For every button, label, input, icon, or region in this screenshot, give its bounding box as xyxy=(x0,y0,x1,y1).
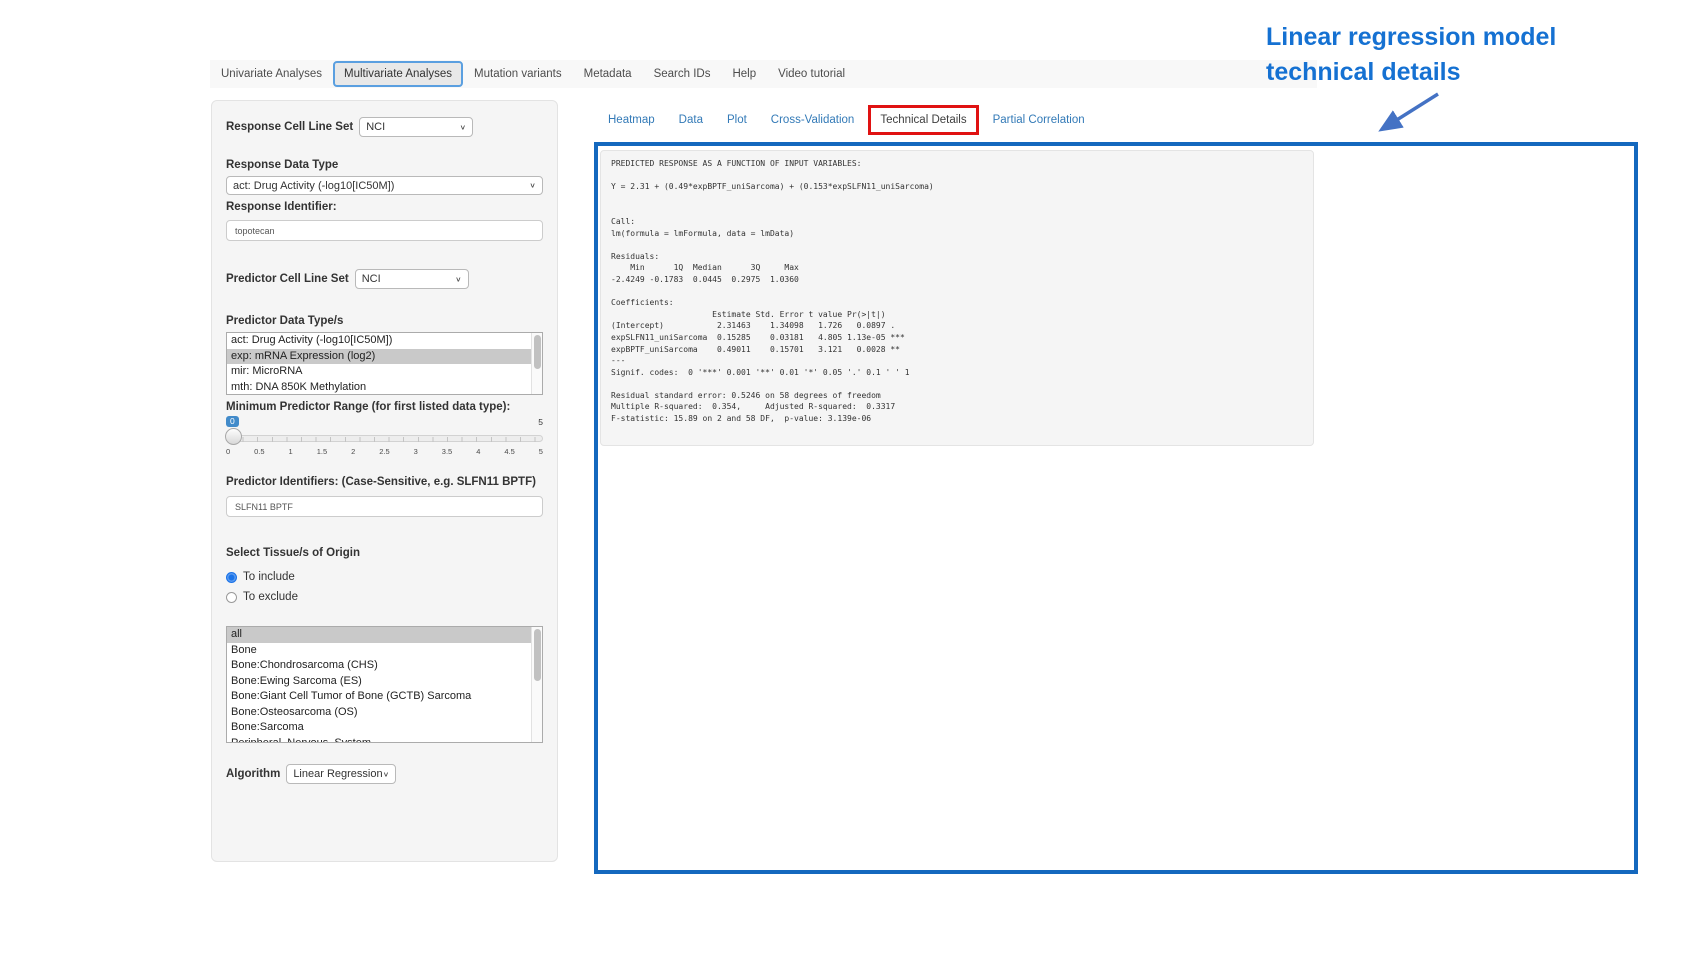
slider-tick-label: 1 xyxy=(289,447,293,456)
predictor-data-types-listbox[interactable]: act: Drug Activity (-log10[IC50M])exp: m… xyxy=(226,332,543,395)
scrollbar-thumb[interactable] xyxy=(534,629,541,681)
slider-tick-label: 3.5 xyxy=(442,447,452,456)
response-cell-line-set-row: Response Cell Line Set NCI ∨ xyxy=(226,117,543,137)
list-option-mth-dna-850k-methylation[interactable]: mth: DNA 850K Methylation xyxy=(227,380,542,396)
top-navbar: Univariate AnalysesMultivariate Analyses… xyxy=(210,60,1317,88)
slider-tick-label: 2 xyxy=(351,447,355,456)
algorithm-value: Linear Regression xyxy=(293,768,382,780)
annotation-title-line2: technical details xyxy=(1266,55,1556,90)
chevron-down-icon: ∨ xyxy=(529,181,536,190)
list-option-bone-sarcoma[interactable]: Bone:Sarcoma xyxy=(227,720,542,736)
radio-to-exclude-label: To exclude xyxy=(243,591,298,603)
nav-tab-univariate-analyses[interactable]: Univariate Analyses xyxy=(210,62,333,86)
scrollbar[interactable] xyxy=(531,627,542,742)
chevron-down-icon: ∨ xyxy=(383,770,390,779)
tab-cross-validation[interactable]: Cross-Validation xyxy=(771,110,855,130)
algorithm-label: Algorithm xyxy=(226,767,280,781)
tab-data[interactable]: Data xyxy=(679,110,703,130)
response-cell-line-set-select[interactable]: NCI ∨ xyxy=(359,117,473,137)
slider-tick-label: 4.5 xyxy=(504,447,514,456)
tab-partial-correlation[interactable]: Partial Correlation xyxy=(993,110,1085,130)
nav-tab-mutation-variants[interactable]: Mutation variants xyxy=(463,62,573,86)
response-identifier-input[interactable]: topotecan xyxy=(226,220,543,241)
response-data-type-select[interactable]: act: Drug Activity (-log10[IC50M]) ∨ xyxy=(226,176,543,195)
list-option-bone-osteosarcoma-os[interactable]: Bone:Osteosarcoma (OS) xyxy=(227,705,542,721)
list-option-bone-ewing-sarcoma-es[interactable]: Bone:Ewing Sarcoma (ES) xyxy=(227,674,542,690)
slider-tick-label: 0 xyxy=(226,447,230,456)
sidebar-panel: Response Cell Line Set NCI ∨ Response Da… xyxy=(211,100,558,862)
radio-to-include[interactable]: To include xyxy=(226,567,543,587)
tab-heatmap[interactable]: Heatmap xyxy=(608,110,655,130)
annotation-title: Linear regression model technical detail… xyxy=(1266,20,1556,90)
predictor-identifiers-input[interactable]: SLFN11 BPTF xyxy=(226,496,543,517)
chevron-down-icon: ∨ xyxy=(455,275,462,284)
tab-technical-details[interactable]: Technical Details xyxy=(878,110,968,130)
response-identifier-value: topotecan xyxy=(235,226,275,236)
tissue-origin-label: Select Tissue/s of Origin xyxy=(226,546,543,560)
predictor-identifiers-label: Predictor Identifiers: (Case-Sensitive, … xyxy=(226,475,543,489)
min-predictor-range-label: Minimum Predictor Range (for first liste… xyxy=(226,400,543,414)
response-cell-line-set-value: NCI xyxy=(366,121,385,133)
predictor-data-types-label: Predictor Data Type/s xyxy=(226,314,543,328)
radio-button-icon[interactable] xyxy=(226,592,237,603)
nav-tab-multivariate-analyses[interactable]: Multivariate Analyses xyxy=(333,61,463,87)
response-data-type-value: act: Drug Activity (-log10[IC50M]) xyxy=(233,180,394,192)
predictor-identifiers-value: SLFN11 BPTF xyxy=(235,502,293,512)
tissue-listbox[interactable]: allBoneBone:Chondrosarcoma (CHS)Bone:Ewi… xyxy=(226,626,543,743)
tab-plot[interactable]: Plot xyxy=(727,110,747,130)
scrollbar[interactable] xyxy=(531,333,542,394)
list-option-bone-chondrosarcoma-chs[interactable]: Bone:Chondrosarcoma (CHS) xyxy=(227,658,542,674)
technical-details-output: PREDICTED RESPONSE AS A FUNCTION OF INPU… xyxy=(600,150,1314,446)
nav-tab-metadata[interactable]: Metadata xyxy=(573,62,643,86)
radio-to-include-label: To include xyxy=(243,571,295,583)
slider-tick-label: 1.5 xyxy=(317,447,327,456)
radio-button-icon[interactable] xyxy=(226,572,237,583)
chevron-down-icon: ∨ xyxy=(460,123,467,132)
response-identifier-label: Response Identifier: xyxy=(226,200,543,214)
slider-ticks xyxy=(228,437,541,442)
nav-tab-help[interactable]: Help xyxy=(721,62,767,86)
slider-tick-label: 4 xyxy=(476,447,480,456)
list-option-act-drug-activity-log10-ic50m[interactable]: act: Drug Activity (-log10[IC50M]) xyxy=(227,333,542,349)
min-predictor-range-slider: 0 5 0 0.5 1 1.5 2 2.5 3 3.5 4 4.5 5 xyxy=(226,416,543,466)
slider-tick-labels: 0 0.5 1 1.5 2 2.5 3 3.5 4 4.5 5 xyxy=(226,447,543,456)
predictor-cell-line-set-row: Predictor Cell Line Set NCI ∨ xyxy=(226,269,543,289)
slider-tick-label: 3 xyxy=(414,447,418,456)
slider-tick-label: 5 xyxy=(539,447,543,456)
list-option-bone-giant-cell-tumor-of-bone-gctb-sarcoma[interactable]: Bone:Giant Cell Tumor of Bone (GCTB) Sar… xyxy=(227,689,542,705)
scrollbar-thumb[interactable] xyxy=(534,335,541,369)
nav-tab-video-tutorial[interactable]: Video tutorial xyxy=(767,62,856,86)
annotation-arrow-icon xyxy=(1360,88,1455,140)
list-option-peripheral-nervous-system[interactable]: Peripheral_Nervous_System xyxy=(227,736,542,744)
nav-tab-search-ids[interactable]: Search IDs xyxy=(643,62,722,86)
radio-to-exclude[interactable]: To exclude xyxy=(226,587,543,607)
list-option-exp-mrna-expression-log2[interactable]: exp: mRNA Expression (log2) xyxy=(227,349,542,365)
result-tabs: Heatmap Data Plot Cross-Validation Technical… xyxy=(608,110,1085,130)
annotation-title-line1: Linear regression model xyxy=(1266,20,1556,55)
slider-value-badge: 0 xyxy=(226,416,239,427)
algorithm-row: Algorithm Linear Regression ∨ xyxy=(226,764,543,784)
slider-tick-label: 0.5 xyxy=(254,447,264,456)
response-data-type-label: Response Data Type xyxy=(226,158,543,172)
list-option-bone[interactable]: Bone xyxy=(227,643,542,659)
predictor-cell-line-set-select[interactable]: NCI ∨ xyxy=(355,269,469,289)
list-option-all[interactable]: all xyxy=(227,627,542,643)
slider-tick-label: 2.5 xyxy=(379,447,389,456)
slider-handle[interactable] xyxy=(225,428,242,445)
response-cell-line-set-label: Response Cell Line Set xyxy=(226,120,353,134)
slider-max-label: 5 xyxy=(538,417,543,427)
predictor-cell-line-set-value: NCI xyxy=(362,273,381,285)
list-option-mir-microrna[interactable]: mir: MicroRNA xyxy=(227,364,542,380)
algorithm-select[interactable]: Linear Regression ∨ xyxy=(286,764,396,784)
predictor-cell-line-set-label: Predictor Cell Line Set xyxy=(226,272,349,286)
